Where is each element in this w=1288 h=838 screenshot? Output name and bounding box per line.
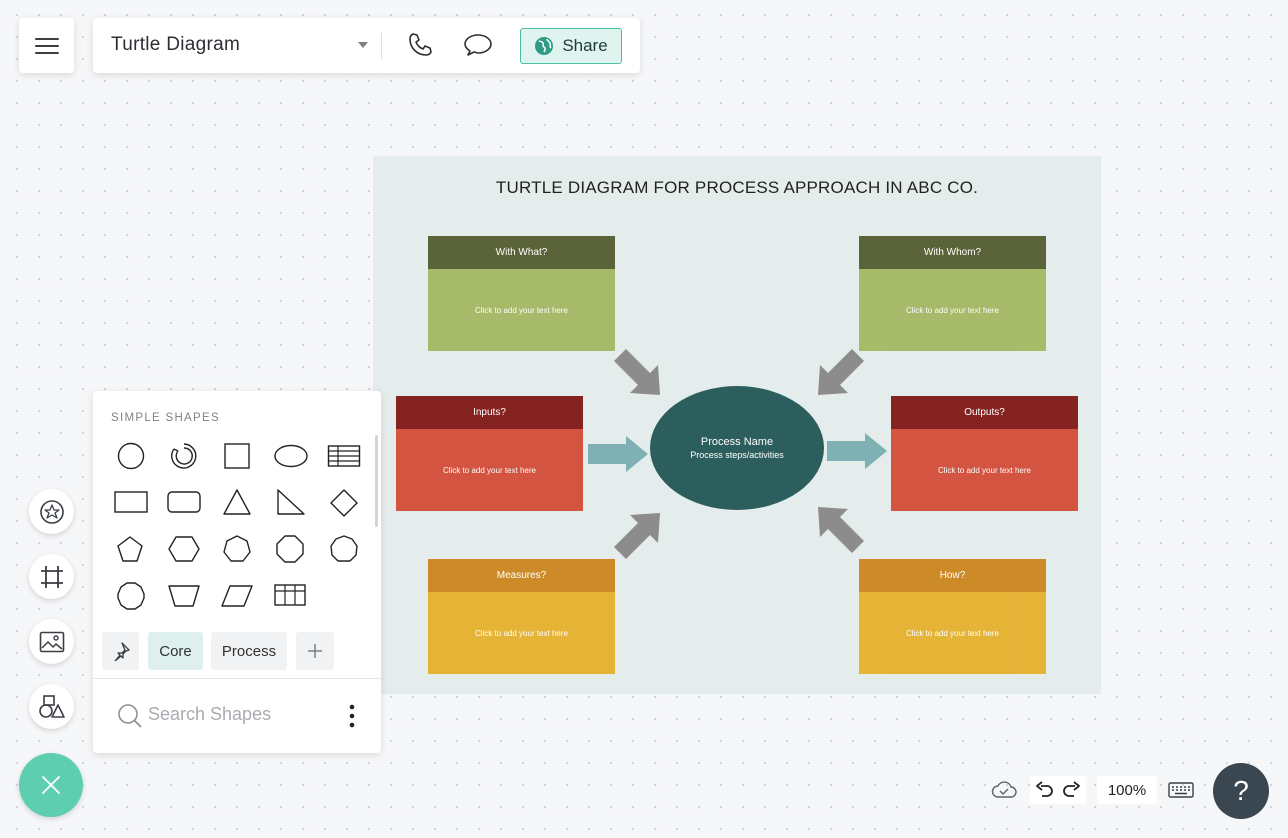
image-icon: [39, 631, 64, 652]
process-ellipse[interactable]: Process Name Process steps/activities: [650, 386, 824, 510]
square-shape[interactable]: [223, 442, 251, 470]
box-header: With What?: [428, 236, 615, 269]
tab-process[interactable]: Process: [211, 632, 287, 670]
box-with-whom[interactable]: With Whom? Click to add your text here: [859, 236, 1046, 351]
rounded-rectangle-shape[interactable]: [166, 490, 202, 514]
box-body: Click to add your text here: [859, 269, 1046, 351]
parallelogram-shape[interactable]: [220, 583, 254, 609]
search-shapes-input[interactable]: [148, 704, 328, 725]
process-name: Process Name: [700, 436, 774, 448]
triangle-shape[interactable]: [222, 488, 252, 516]
add-library-button[interactable]: [296, 632, 334, 670]
box-how[interactable]: How? Click to add your text here: [859, 559, 1046, 674]
box-header: How?: [859, 559, 1046, 592]
toolbar-divider: [381, 33, 382, 59]
box-outputs[interactable]: Outputs? Click to add your text here: [891, 396, 1078, 511]
box-body: Click to add your text here: [891, 429, 1078, 511]
box-body: Click to add your text here: [396, 429, 583, 511]
octagon-shape[interactable]: [275, 534, 305, 564]
top-toolbar: Turtle Diagram Share: [93, 18, 640, 73]
tab-pinned[interactable]: [102, 632, 139, 670]
arrow-top-left[interactable]: [610, 345, 670, 405]
more-options-icon[interactable]: [347, 703, 357, 729]
hamburger-menu-icon: [34, 37, 59, 54]
box-with-what[interactable]: With What? Click to add your text here: [428, 236, 615, 351]
heptagon-shape[interactable]: [222, 534, 252, 564]
tab-core[interactable]: Core: [148, 632, 203, 670]
grid-shape[interactable]: [273, 583, 307, 607]
close-panel-button[interactable]: [19, 753, 83, 817]
box-header: Measures?: [428, 559, 615, 592]
arc-shape[interactable]: [170, 442, 198, 470]
box-measures[interactable]: Measures? Click to add your text here: [428, 559, 615, 674]
phone-icon[interactable]: [406, 31, 434, 59]
comment-icon[interactable]: [463, 32, 493, 58]
undo-redo-group: [1030, 776, 1086, 804]
frame-button[interactable]: [29, 554, 74, 599]
globe-icon: [535, 37, 554, 55]
arrow-bottom-left[interactable]: [610, 503, 670, 563]
table-shape[interactable]: [327, 444, 361, 468]
box-body: Click to add your text here: [859, 592, 1046, 674]
box-inputs[interactable]: Inputs? Click to add your text here: [396, 396, 583, 511]
process-subtitle: Process steps/activities: [690, 450, 784, 460]
box-header: With Whom?: [859, 236, 1046, 269]
help-button[interactable]: ?: [1213, 763, 1269, 819]
box-header: Inputs?: [396, 396, 583, 429]
diamond-shape[interactable]: [329, 488, 359, 518]
box-header: Outputs?: [891, 396, 1078, 429]
panel-divider: [93, 678, 381, 679]
caret-down-icon[interactable]: [357, 41, 369, 49]
undo-icon[interactable]: [1034, 781, 1054, 799]
panel-scrollbar[interactable]: [375, 435, 378, 527]
plus-icon: [308, 644, 322, 658]
decagon-shape[interactable]: [116, 581, 146, 611]
document-title[interactable]: Turtle Diagram: [111, 34, 240, 56]
arrow-input[interactable]: [586, 434, 650, 474]
rectangle-shape[interactable]: [113, 490, 149, 514]
box-body: Click to add your text here: [428, 592, 615, 674]
keyboard-icon[interactable]: [1168, 780, 1194, 800]
hexagon-shape[interactable]: [167, 535, 201, 563]
shapes-button[interactable]: [29, 684, 74, 729]
nonagon-shape[interactable]: [329, 534, 359, 564]
diagram-title[interactable]: TURTLE DIAGRAM FOR PROCESS APPROACH IN A…: [373, 178, 1101, 198]
main-menu-button[interactable]: [19, 18, 74, 73]
arrow-top-right[interactable]: [808, 345, 868, 405]
redo-icon[interactable]: [1062, 781, 1082, 799]
circle-shape[interactable]: [117, 442, 145, 470]
frame-icon: [40, 565, 63, 588]
shapes-panel-header: SIMPLE SHAPES: [111, 412, 220, 424]
zoom-level[interactable]: 100%: [1097, 776, 1157, 804]
box-body: Click to add your text here: [428, 269, 615, 351]
ellipse-shape[interactable]: [273, 444, 309, 468]
share-button-label: Share: [562, 36, 608, 55]
arrow-output[interactable]: [825, 431, 889, 471]
search-icon: [118, 704, 142, 728]
templates-button[interactable]: [29, 489, 74, 534]
close-icon: [42, 776, 60, 794]
shapes-panel: SIMPLE SHAPES Core Process: [93, 391, 381, 753]
trapezoid-shape[interactable]: [167, 583, 201, 609]
arrow-bottom-right[interactable]: [808, 497, 868, 557]
pin-icon: [113, 642, 130, 661]
cloud-sync-icon: [991, 781, 1017, 798]
shapes-icon: [38, 694, 65, 718]
image-button[interactable]: [29, 619, 74, 664]
pentagon-shape[interactable]: [116, 535, 144, 563]
right-triangle-shape[interactable]: [276, 488, 306, 516]
share-button[interactable]: Share: [520, 28, 622, 64]
star-shape-icon: [39, 499, 64, 524]
